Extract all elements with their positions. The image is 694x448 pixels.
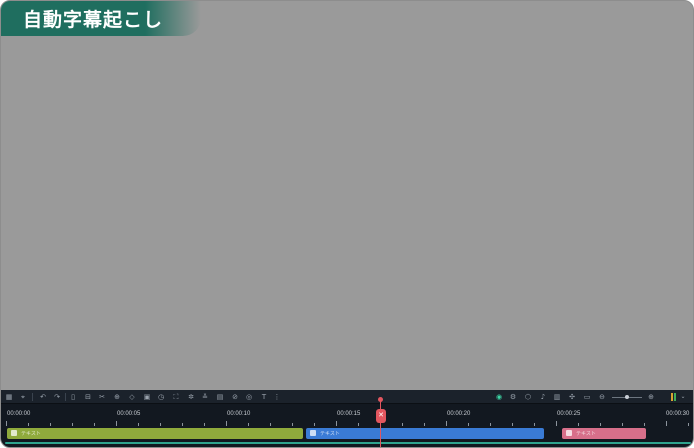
major-tick (446, 421, 447, 426)
crop-icon[interactable]: ◇ (128, 393, 136, 401)
time-label: 00:00:20 (447, 411, 471, 417)
minor-tick (28, 423, 29, 426)
playhead[interactable] (380, 398, 381, 447)
timeline-editor: ▦ ⌖ ↶ ↷ ▯ ⊟ ✂ ⊕ ◇ ▣ ◷ ⛶ ✲ ≚ ▤ ⊘ ◎ T ⋮ ◉ … (1, 390, 693, 447)
time-label: 00:00:30 (666, 411, 690, 417)
minor-tick (94, 423, 95, 426)
minor-tick (402, 423, 403, 426)
shield-icon[interactable]: ⬡ (524, 393, 532, 401)
minor-tick (292, 423, 293, 426)
playhead-marker[interactable] (378, 397, 383, 402)
audio-meter-left (671, 393, 673, 401)
subtitle-clip[interactable]: テキスト (562, 428, 646, 439)
minor-tick (50, 423, 51, 426)
clip-label: テキスト (576, 431, 596, 437)
mask-icon[interactable]: ⊘ (231, 393, 239, 401)
major-tick (556, 421, 557, 426)
minor-tick (424, 423, 425, 426)
time-ruler[interactable]: 00:00:00 00:00:05 00:00:10 00:00:15 00:0… (1, 405, 693, 427)
minor-tick (160, 423, 161, 426)
minor-tick (314, 423, 315, 426)
time-label: 00:00:10 (227, 411, 251, 417)
zoom-in-icon[interactable]: ⊕ (113, 393, 121, 401)
subtitle-clip[interactable]: テキスト (7, 428, 303, 439)
voiceover-icon[interactable]: ▥ (553, 393, 561, 401)
track-icon[interactable]: ▭ (583, 393, 591, 401)
delete-icon[interactable]: ▯ (69, 393, 77, 401)
magnet-icon[interactable]: ⌖ (19, 393, 27, 401)
text-clip-icon (11, 430, 17, 436)
title-icon[interactable]: ⋮ (273, 393, 281, 401)
color-icon[interactable]: ▣ (143, 393, 151, 401)
snapshot-icon[interactable]: ✣ (568, 393, 576, 401)
major-tick (226, 421, 227, 426)
minor-tick (270, 423, 271, 426)
zoom-add-icon[interactable]: ⊕ (647, 393, 655, 401)
title-banner: 自動字幕起こし (1, 1, 201, 36)
video-preview (1, 36, 693, 390)
toolbar-divider (65, 393, 66, 401)
minor-tick (600, 423, 601, 426)
minor-tick (248, 423, 249, 426)
time-label: 00:00:15 (337, 411, 361, 417)
major-tick (116, 421, 117, 426)
time-label: 00:00:25 (557, 411, 581, 417)
minor-tick (512, 423, 513, 426)
freeze-icon[interactable]: ✲ (187, 393, 195, 401)
mic-icon[interactable]: ♪ (539, 393, 547, 401)
audio-meter-right (674, 393, 676, 401)
speed-icon[interactable]: ◷ (157, 393, 165, 401)
zoom-slider-handle[interactable] (625, 395, 629, 399)
minor-tick (204, 423, 205, 426)
page-title: 自動字幕起こし (23, 9, 164, 31)
minor-tick (468, 423, 469, 426)
app-window: 自動字幕起こし ▦ ⌖ ↶ ↷ ▯ ⊟ ✂ ⊕ ◇ ▣ ◷ ⛶ ✲ ≚ ▤ ⊘ … (0, 0, 694, 448)
fullscreen-icon[interactable]: ⛶ (172, 393, 180, 401)
subtitle-clip[interactable]: テキスト (306, 428, 544, 439)
minor-tick (688, 423, 689, 426)
timeline-scrollbar[interactable] (5, 442, 691, 444)
minor-tick (534, 423, 535, 426)
clip-label: テキスト (320, 431, 340, 437)
minor-tick (644, 423, 645, 426)
minor-tick (358, 423, 359, 426)
time-label: 00:00:05 (117, 411, 141, 417)
minor-tick (138, 423, 139, 426)
redo-icon[interactable]: ↷ (53, 393, 61, 401)
toolbar-divider (32, 393, 33, 401)
split-icon[interactable]: ⊟ (84, 393, 92, 401)
text-clip-icon (310, 430, 316, 436)
major-tick (6, 421, 7, 426)
playhead-handle[interactable]: ✕ (376, 409, 386, 423)
minor-tick (622, 423, 623, 426)
minor-tick (578, 423, 579, 426)
render-icon[interactable]: ◉ (495, 393, 503, 401)
motion-icon[interactable]: ◎ (245, 393, 253, 401)
minor-tick (490, 423, 491, 426)
subtitle-track: テキスト テキスト テキスト (1, 427, 693, 439)
ai-icon[interactable]: T (260, 393, 268, 401)
text-clip-icon (566, 430, 572, 436)
zoom-out-icon[interactable]: ⊖ (598, 393, 606, 401)
minor-tick (72, 423, 73, 426)
chevron-down-icon[interactable]: ⌄ (679, 393, 687, 401)
text-icon[interactable]: ▤ (216, 393, 224, 401)
minor-tick (182, 423, 183, 426)
audio-icon[interactable]: ≚ (201, 393, 209, 401)
major-tick (336, 421, 337, 426)
cut-icon[interactable]: ✂ (98, 393, 106, 401)
clip-label: テキスト (21, 431, 41, 437)
timeline-toolbar: ▦ ⌖ ↶ ↷ ▯ ⊟ ✂ ⊕ ◇ ▣ ◷ ⛶ ✲ ≚ ▤ ⊘ ◎ T ⋮ ◉ … (1, 390, 693, 404)
settings-icon[interactable]: ⚙ (509, 393, 517, 401)
undo-icon[interactable]: ↶ (39, 393, 47, 401)
major-tick (666, 421, 667, 426)
time-label: 00:00:00 (7, 411, 31, 417)
grid-icon[interactable]: ▦ (5, 393, 13, 401)
